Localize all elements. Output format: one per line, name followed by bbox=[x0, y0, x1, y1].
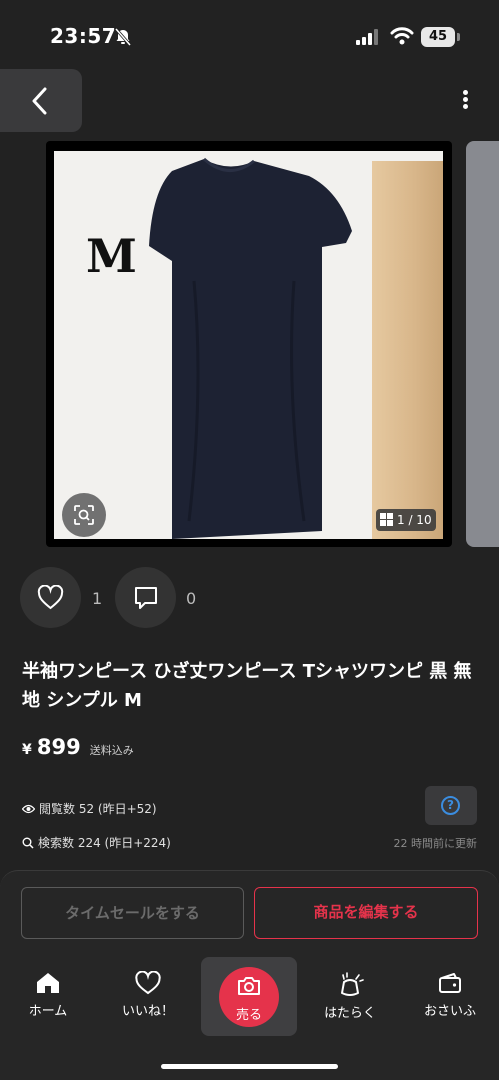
battery-tip bbox=[457, 33, 460, 41]
sell-button[interactable]: 売る bbox=[219, 967, 279, 1027]
price: ¥ 899 送料込み bbox=[22, 735, 134, 759]
back-button[interactable] bbox=[0, 69, 82, 132]
comment-button[interactable] bbox=[115, 567, 176, 628]
price-value: 899 bbox=[36, 735, 81, 759]
search-icon bbox=[22, 837, 34, 849]
next-product-image[interactable] bbox=[466, 141, 499, 547]
tab-wallet[interactable]: おさいふ bbox=[410, 965, 490, 1035]
shipping-note: 送料込み bbox=[89, 744, 134, 757]
chevron-left-icon bbox=[32, 87, 47, 115]
more-dot-icon bbox=[462, 90, 468, 95]
product-image[interactable]: M 1 / 10 bbox=[46, 141, 452, 547]
wallet-icon bbox=[439, 973, 461, 993]
home-icon bbox=[37, 973, 59, 993]
image-counter-text: 1 / 10 bbox=[397, 513, 432, 527]
search-stat: 検索数 224 (昨日+224) bbox=[22, 834, 171, 851]
camera-icon bbox=[238, 977, 260, 995]
size-overlay-text: M bbox=[86, 229, 137, 283]
tab-work-label: はたらく bbox=[324, 1006, 376, 1021]
status-time: 23:57 bbox=[50, 24, 117, 48]
tab-work[interactable]: はたらく bbox=[310, 965, 390, 1035]
wifi-icon bbox=[390, 27, 414, 45]
updated-time: 22 時間前に更新 bbox=[393, 837, 478, 850]
tab-sell-label: 売る bbox=[235, 1008, 262, 1023]
tab-wallet-label: おさいふ bbox=[423, 1004, 476, 1019]
comment-icon bbox=[135, 587, 157, 609]
dress-photo-illustration bbox=[149, 157, 352, 539]
status-bar: 23:57 45 bbox=[0, 0, 499, 70]
eye-icon bbox=[21, 804, 36, 813]
heart-icon bbox=[37, 585, 64, 610]
help-icon: ? bbox=[441, 796, 460, 815]
product-title: 半袖ワンピース ひざ丈ワンピース Tシャツワンピ 黒 無地 シンプル M bbox=[22, 661, 472, 711]
tab-sell[interactable]: 売る bbox=[201, 957, 297, 1036]
bell-muted-icon bbox=[114, 28, 132, 46]
more-dot-icon bbox=[462, 104, 468, 109]
timesale-button[interactable]: タイムセールをする bbox=[21, 887, 244, 939]
image-counter: 1 / 10 bbox=[376, 509, 436, 531]
more-dot-icon bbox=[462, 97, 468, 102]
product-photo: M bbox=[54, 151, 443, 539]
battery-indicator: 45 bbox=[421, 27, 455, 47]
image-search-button[interactable] bbox=[62, 493, 106, 537]
tab-likes[interactable]: いいね！ bbox=[108, 965, 188, 1035]
tab-home-label: ホーム bbox=[28, 1004, 68, 1019]
more-options-button[interactable] bbox=[452, 88, 478, 118]
lens-scan-icon bbox=[74, 505, 94, 525]
like-count: 1 bbox=[92, 589, 103, 608]
tab-home[interactable]: ホーム bbox=[8, 965, 88, 1035]
comment-count: 0 bbox=[186, 589, 197, 608]
image-carousel[interactable]: M 1 / 10 bbox=[46, 141, 499, 547]
heart-icon bbox=[135, 971, 161, 995]
tab-likes-label: いいね！ bbox=[121, 1004, 174, 1019]
views-text: 閲覧数 52 (昨日+52) bbox=[39, 802, 157, 816]
search-text: 検索数 224 (昨日+224) bbox=[38, 836, 171, 850]
stats-help-button[interactable]: ? bbox=[425, 786, 477, 825]
sparkle-bag-icon bbox=[341, 972, 364, 996]
like-button[interactable] bbox=[20, 567, 81, 628]
home-indicator bbox=[161, 1064, 338, 1069]
grid-icon bbox=[380, 513, 393, 526]
views-stat: 閲覧数 52 (昨日+52) bbox=[21, 800, 157, 817]
signal-icon bbox=[356, 29, 378, 45]
price-currency: ¥ bbox=[22, 742, 32, 758]
edit-item-button[interactable]: 商品を編集する bbox=[254, 887, 478, 939]
